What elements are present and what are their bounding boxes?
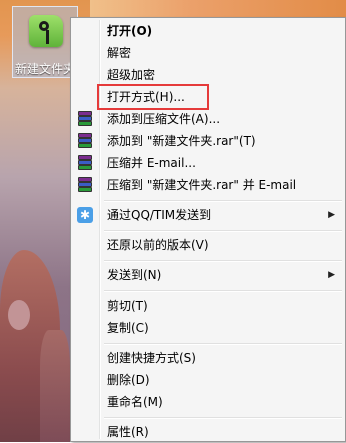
menu-item-label: 创建快捷方式(S) bbox=[107, 351, 196, 365]
submenu-arrow-icon: ▶ bbox=[328, 270, 335, 280]
menu-item-label: 添加到压缩文件(A)... bbox=[107, 112, 221, 126]
folder-key-icon bbox=[29, 15, 63, 47]
winrar-icon bbox=[77, 133, 93, 149]
menu-item-copy[interactable]: 复制(C) bbox=[73, 317, 343, 339]
menu-separator bbox=[104, 343, 342, 345]
menu-item-super-encrypt[interactable]: 超级加密 bbox=[73, 64, 343, 86]
menu-item-label: 还原以前的版本(V) bbox=[107, 238, 209, 252]
winrar-icon bbox=[77, 111, 93, 127]
winrar-icon bbox=[77, 177, 93, 193]
menu-item-add-to-archive[interactable]: 添加到压缩文件(A)... bbox=[73, 108, 343, 130]
menu-separator bbox=[104, 200, 342, 202]
menu-item-cut[interactable]: 剪切(T) bbox=[73, 295, 343, 317]
menu-item-label: 超级加密 bbox=[107, 68, 156, 82]
menu-item-open[interactable]: 打开(O) bbox=[73, 20, 343, 42]
menu-item-label: 解密 bbox=[107, 46, 132, 60]
menu-item-rename[interactable]: 重命名(M) bbox=[73, 391, 343, 413]
menu-item-label: 删除(D) bbox=[107, 373, 150, 387]
menu-item-label: 通过QQ/TIM发送到 bbox=[107, 208, 212, 222]
menu-item-restore-versions[interactable]: 还原以前的版本(V) bbox=[73, 234, 343, 256]
menu-item-decrypt[interactable]: 解密 bbox=[73, 42, 343, 64]
menu-separator bbox=[104, 417, 342, 419]
menu-item-delete[interactable]: 删除(D) bbox=[73, 369, 343, 391]
menu-item-label: 添加到 "新建文件夹.rar"(T) bbox=[107, 134, 256, 148]
menu-separator bbox=[104, 230, 342, 232]
desktop-folder-label: 新建文件夹 bbox=[15, 62, 76, 76]
highlight-box bbox=[97, 84, 209, 110]
menu-item-create-shortcut[interactable]: 创建快捷方式(S) bbox=[73, 347, 343, 369]
menu-item-label: 剪切(T) bbox=[107, 299, 148, 313]
submenu-arrow-icon: ▶ bbox=[328, 210, 335, 220]
menu-item-label: 压缩并 E-mail... bbox=[107, 156, 196, 170]
menu-item-add-to-rar[interactable]: 添加到 "新建文件夹.rar"(T) bbox=[73, 130, 343, 152]
rock-formation-highlight bbox=[8, 300, 30, 330]
menu-item-properties[interactable]: 属性(R) bbox=[73, 421, 343, 443]
qq-icon: ✱ bbox=[77, 207, 93, 223]
menu-item-label: 压缩到 "新建文件夹.rar" 并 E-mail bbox=[107, 178, 297, 192]
context-menu: 打开(O) 解密 超级加密 打开方式(H)... 添加到压缩文件(A)... 添… bbox=[70, 17, 346, 442]
menu-item-label: 重命名(M) bbox=[107, 395, 163, 409]
menu-item-label: 属性(R) bbox=[107, 425, 149, 439]
menu-item-label: 复制(C) bbox=[107, 321, 149, 335]
menu-item-send-qq[interactable]: ✱ 通过QQ/TIM发送到 ▶ bbox=[73, 204, 343, 226]
menu-item-compress-rar-email[interactable]: 压缩到 "新建文件夹.rar" 并 E-mail bbox=[73, 174, 343, 196]
menu-separator bbox=[104, 290, 342, 292]
menu-item-compress-email[interactable]: 压缩并 E-mail... bbox=[73, 152, 343, 174]
menu-separator bbox=[104, 260, 342, 262]
menu-item-send-to[interactable]: 发送到(N) ▶ bbox=[73, 264, 343, 286]
winrar-icon bbox=[77, 155, 93, 171]
desktop-folder-icon[interactable]: 新建文件夹 bbox=[12, 6, 78, 78]
menu-item-label: 打开(O) bbox=[107, 24, 153, 38]
menu-item-label: 发送到(N) bbox=[107, 268, 162, 282]
rock-formation-2 bbox=[40, 330, 70, 442]
